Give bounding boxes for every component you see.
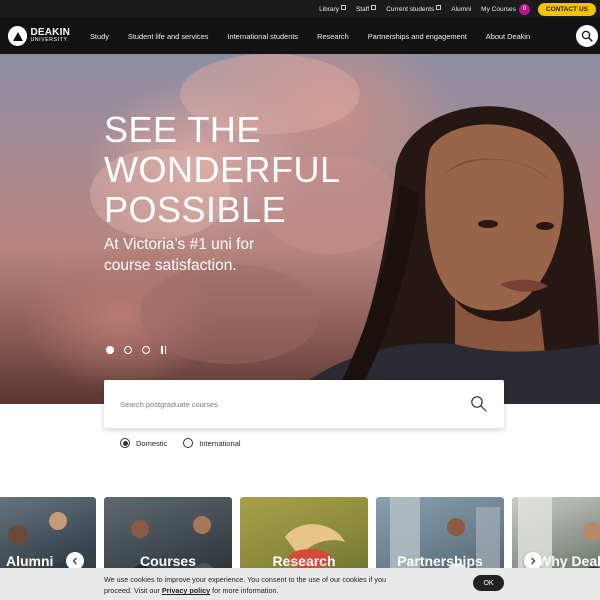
utility-bar: Library Staff Current students Alumni My… xyxy=(0,0,600,18)
main-nav: DEAKIN UNIVERSITY Study Student life and… xyxy=(0,18,600,54)
chevron-right-icon xyxy=(531,557,536,565)
external-link-icon xyxy=(436,4,442,10)
deakin-logo[interactable]: DEAKIN UNIVERSITY xyxy=(8,26,70,46)
pause-icon[interactable] xyxy=(161,346,168,354)
nav-item-international-students[interactable]: International students xyxy=(227,32,298,41)
util-link-staff[interactable]: Staff xyxy=(356,4,377,13)
nav-item-research[interactable]: Research xyxy=(317,32,349,41)
hero-subtitle: At Victoria’s #1 uni for course satisfac… xyxy=(104,236,255,274)
logo-mark-icon xyxy=(8,26,28,46)
nav-item-partnerships[interactable]: Partnerships and engagement xyxy=(368,32,467,41)
hero-banner: SEE THE WONDERFUL POSSIBLE At Victoria’s… xyxy=(0,54,600,404)
external-link-icon xyxy=(371,4,377,10)
radio-international-circle[interactable] xyxy=(183,438,194,448)
carousel-controls xyxy=(106,346,168,354)
nav-item-student-life[interactable]: Student life and services xyxy=(128,32,209,41)
util-link-current-students[interactable]: Current students xyxy=(386,4,442,13)
privacy-policy-link[interactable]: Privacy policy xyxy=(162,586,210,595)
carousel-dot-1[interactable] xyxy=(106,346,114,354)
nav-item-about-deakin[interactable]: About Deakin xyxy=(486,32,530,41)
util-link-library[interactable]: Library xyxy=(319,4,346,13)
course-search-box[interactable]: Search postgraduate courses xyxy=(104,380,504,428)
nav-items: Study Student life and services Internat… xyxy=(90,32,549,41)
chevron-left-icon xyxy=(72,557,77,565)
external-link-icon xyxy=(340,4,346,10)
search-icon xyxy=(581,30,593,42)
radio-international[interactable]: International xyxy=(183,438,241,448)
search-input[interactable]: Search postgraduate courses xyxy=(120,400,218,409)
util-link-my-courses[interactable]: My Courses 0 xyxy=(481,3,530,15)
cookie-message: We use cookies to improve your experienc… xyxy=(104,575,386,595)
my-courses-count-badge: 0 xyxy=(518,3,530,15)
page: Library Staff Current students Alumni My… xyxy=(0,0,600,600)
util-link-alumni[interactable]: Alumni xyxy=(451,6,471,13)
hero-title: SEE THE WONDERFUL POSSIBLE xyxy=(104,109,341,230)
logo-text-university: UNIVERSITY xyxy=(30,37,68,44)
radio-domestic[interactable]: Domestic xyxy=(120,438,167,448)
carousel-dot-3[interactable] xyxy=(142,346,150,354)
contact-us-button[interactable]: CONTACT US xyxy=(537,2,596,16)
cookie-banner: We use cookies to improve your experienc… xyxy=(0,568,600,600)
radio-domestic-circle[interactable] xyxy=(120,438,130,448)
nav-search-button[interactable] xyxy=(576,25,598,47)
search-icon[interactable] xyxy=(470,395,488,413)
carousel-dot-2[interactable] xyxy=(124,346,132,354)
student-type-options: Domestic International xyxy=(120,438,257,448)
cookie-ok-button[interactable]: OK xyxy=(473,575,504,591)
nav-item-study[interactable]: Study xyxy=(90,32,109,41)
